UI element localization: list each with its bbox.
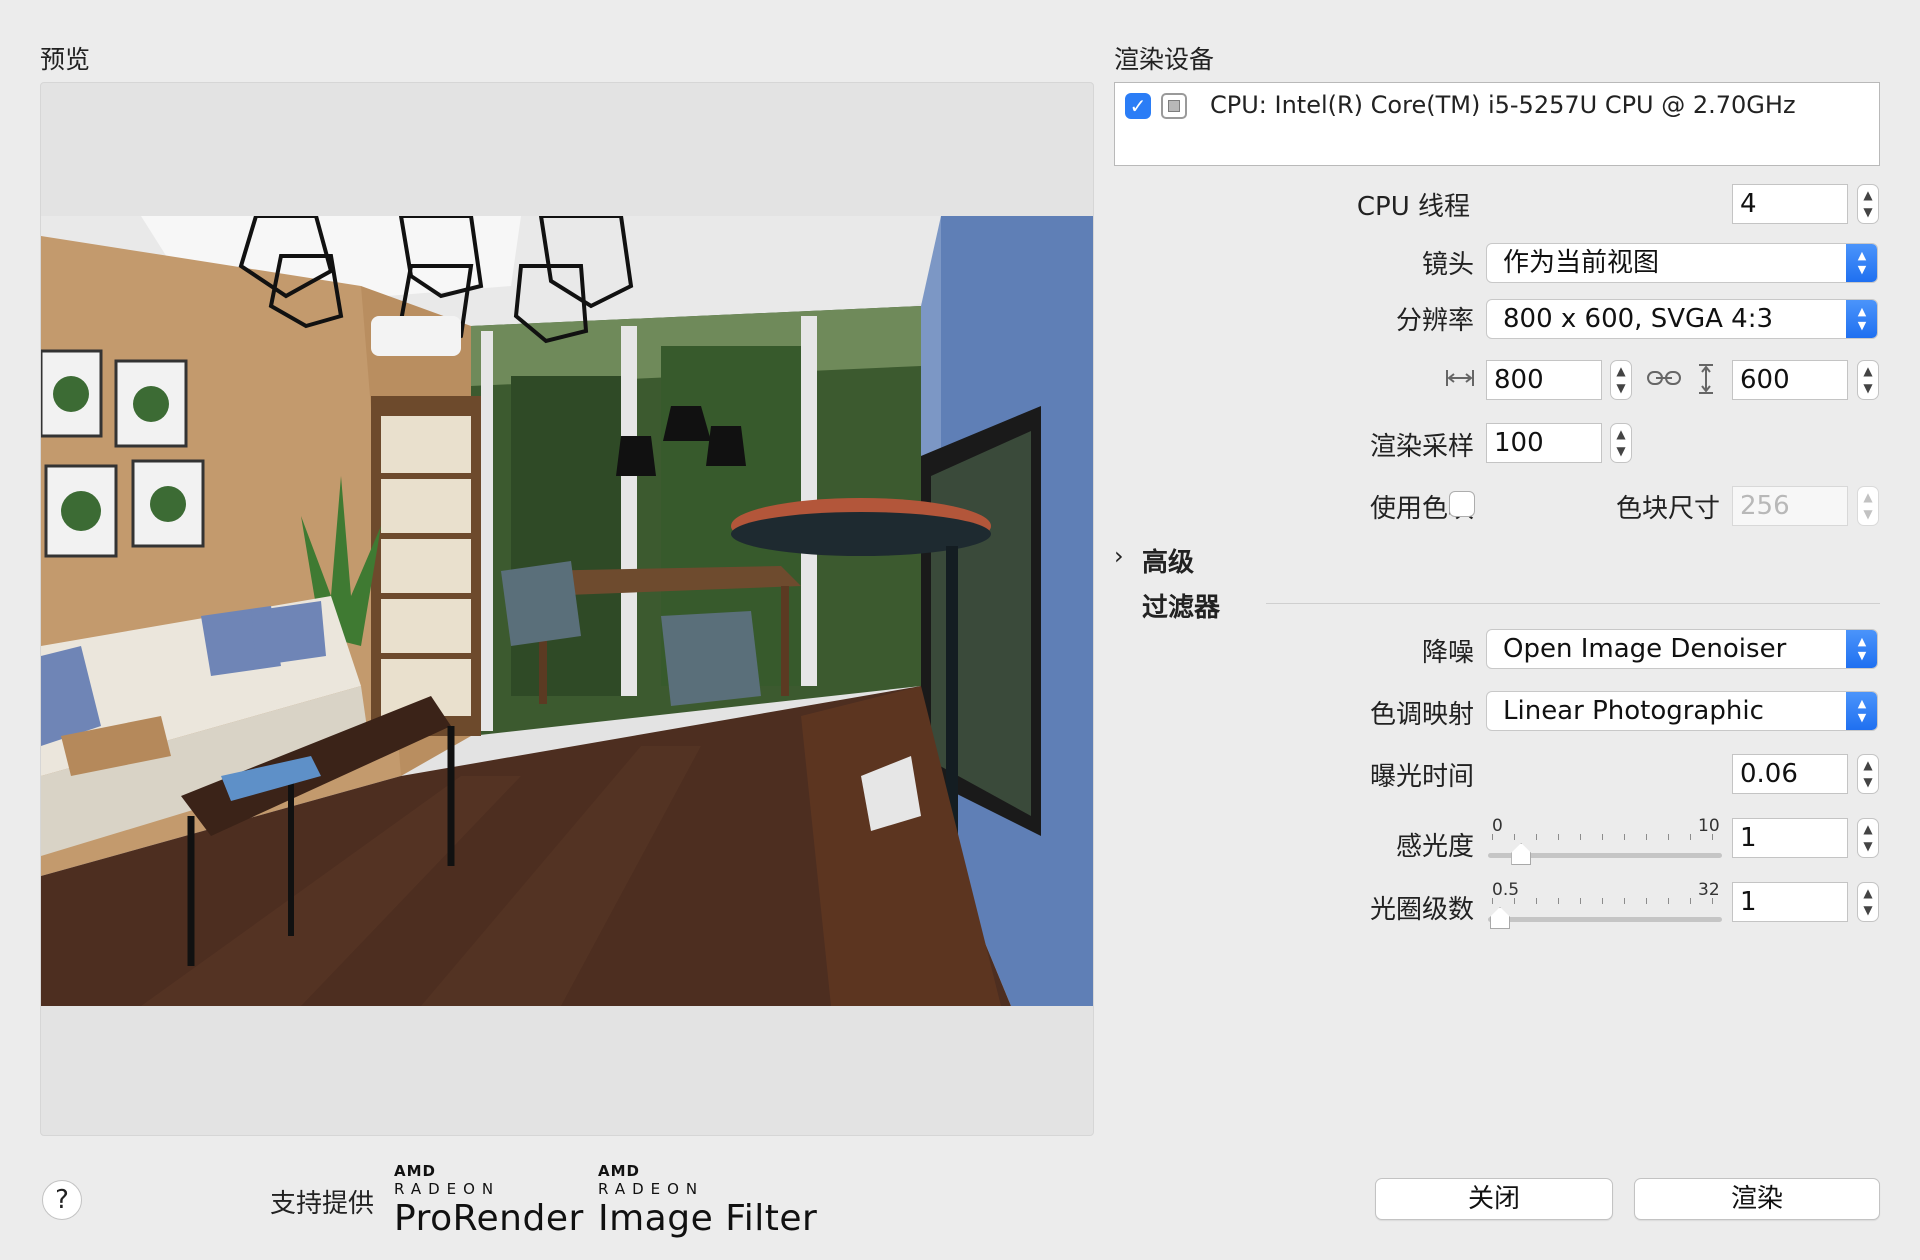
tile-size-label: 色块尺寸 <box>1615 494 1720 524</box>
camera-label: 镜头 <box>1421 250 1474 280</box>
tile-size-stepper: ▲ ▼ <box>1857 486 1879 526</box>
samples-label: 渲染采样 <box>1369 432 1474 462</box>
close-button[interactable]: 关闭 <box>1375 1178 1613 1220</box>
radeon-logo-text: RADEON <box>598 1180 705 1198</box>
iso-field[interactable]: 1 <box>1732 818 1848 858</box>
samples-field[interactable]: 100 <box>1486 423 1602 463</box>
denoise-label: 降噪 <box>1421 638 1474 668</box>
render-preview-image <box>41 216 1093 1006</box>
cpu-chip-icon <box>1161 93 1187 119</box>
iso-stepper[interactable]: ▲ ▼ <box>1857 818 1879 858</box>
cpu-threads-stepper[interactable]: ▲ ▼ <box>1857 184 1879 224</box>
fstop-stepper[interactable]: ▲ ▼ <box>1857 882 1879 922</box>
height-stepper[interactable]: ▲ ▼ <box>1857 360 1879 400</box>
resolution-popup[interactable]: 800 x 600, SVGA 4:3 ▲ ▼ <box>1486 299 1878 339</box>
exposure-stepper[interactable]: ▲ ▼ <box>1857 754 1879 794</box>
fstop-min-label: 0.5 <box>1492 880 1520 900</box>
height-field[interactable]: 600 <box>1732 360 1848 400</box>
powered-by-label: 支持提供 <box>270 1189 375 1219</box>
filters-title: 过滤器 <box>1142 593 1221 623</box>
chevron-updown-icon: ▲ ▼ <box>1846 244 1877 282</box>
amd-logo-text: AMD <box>598 1162 640 1180</box>
tone-mapping-label: 色调映射 <box>1369 700 1474 730</box>
iso-label: 感光度 <box>1395 832 1474 862</box>
advanced-disclosure[interactable]: 高级 <box>1142 542 1194 579</box>
prorender-logo: AMD RADEON ProRender <box>394 1162 584 1239</box>
radeon-logo-text: RADEON <box>394 1180 501 1198</box>
resolution-value: 800 x 600, SVGA 4:3 <box>1503 304 1774 334</box>
exposure-field[interactable]: 0.06 <box>1732 754 1848 794</box>
width-stepper[interactable]: ▲ ▼ <box>1610 360 1632 400</box>
render-device-list[interactable]: ✓ CPU: Intel(R) Core(TM) i5-5257U CPU @ … <box>1114 82 1880 166</box>
chevron-updown-icon: ▲ ▼ <box>1846 692 1877 730</box>
fstop-max-label: 32 <box>1698 880 1720 900</box>
prorender-product-name: ProRender <box>394 1198 584 1239</box>
height-icon <box>1699 364 1713 394</box>
width-icon <box>1446 370 1474 386</box>
tone-mapping-popup[interactable]: Linear Photographic ▲ ▼ <box>1486 691 1878 731</box>
disclosure-chevron-icon[interactable]: › <box>1114 542 1124 570</box>
chevron-updown-icon: ▲ ▼ <box>1846 630 1877 668</box>
image-filter-logo: AMD RADEON Image Filter <box>598 1162 817 1239</box>
preview-pane <box>40 82 1094 1136</box>
fstop-field[interactable]: 1 <box>1732 882 1848 922</box>
camera-popup[interactable]: 作为当前视图 ▲ ▼ <box>1486 243 1878 283</box>
device-checkbox[interactable]: ✓ <box>1125 93 1151 119</box>
help-button[interactable]: ? <box>42 1180 82 1220</box>
image-filter-product-name: Image Filter <box>598 1198 818 1239</box>
exposure-label: 曝光时间 <box>1369 762 1474 792</box>
render-button[interactable]: 渲染 <box>1634 1178 1880 1220</box>
tile-size-field: 256 <box>1732 486 1848 526</box>
fstop-label: 光圈级数 <box>1369 895 1474 925</box>
filters-divider <box>1266 603 1880 604</box>
preview-title: 预览 <box>40 45 91 74</box>
width-field[interactable]: 800 <box>1486 360 1602 400</box>
tone-mapping-value: Linear Photographic <box>1503 696 1764 726</box>
cpu-threads-label: CPU 线程 <box>1356 192 1470 222</box>
cpu-threads-field[interactable]: 4 <box>1732 184 1848 224</box>
link-aspect-icon[interactable] <box>1646 368 1682 388</box>
camera-value: 作为当前视图 <box>1503 248 1660 278</box>
chevron-updown-icon: ▲ ▼ <box>1846 300 1877 338</box>
samples-stepper[interactable]: ▲ ▼ <box>1610 423 1632 463</box>
fstop-slider[interactable] <box>1488 917 1722 922</box>
iso-min-label: 0 <box>1492 816 1503 836</box>
device-label: CPU: Intel(R) Core(TM) i5-5257U CPU @ 2.… <box>1210 91 1796 119</box>
iso-max-label: 10 <box>1698 816 1720 836</box>
render-device-title: 渲染设备 <box>1114 45 1215 74</box>
amd-logo-text: AMD <box>394 1162 436 1180</box>
denoise-value: Open Image Denoiser <box>1503 634 1787 664</box>
denoise-popup[interactable]: Open Image Denoiser ▲ ▼ <box>1486 629 1878 669</box>
use-tiles-checkbox[interactable] <box>1449 491 1475 517</box>
resolution-label: 分辨率 <box>1395 306 1474 336</box>
